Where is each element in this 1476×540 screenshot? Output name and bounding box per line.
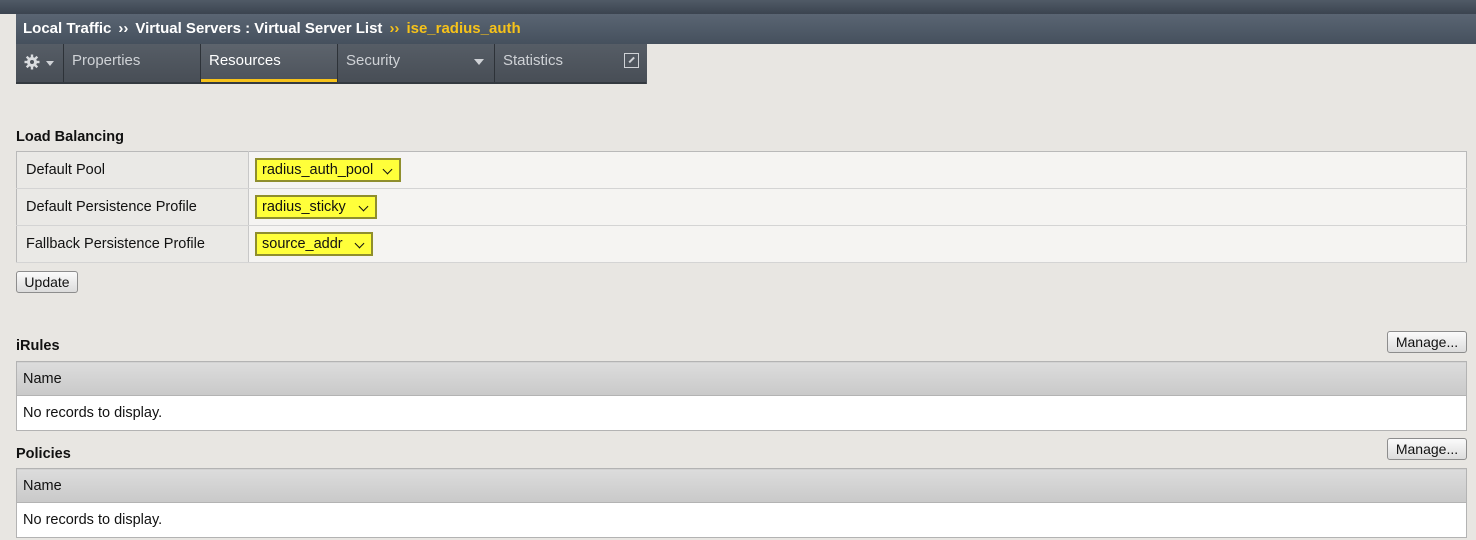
- policies-table: Name No records to display.: [16, 468, 1467, 538]
- fallback-persistence-select[interactable]: source_addr: [255, 232, 373, 256]
- fallback-persistence-cell: source_addr: [248, 225, 1467, 263]
- chevron-down-icon: [382, 164, 393, 175]
- chevron-down-icon: [46, 61, 54, 66]
- empty-message: No records to display.: [16, 502, 1467, 538]
- breadcrumb-item-local-traffic[interactable]: Local Traffic: [23, 20, 111, 37]
- load-balancing-table: Default Pool radius_auth_pool Default Pe…: [16, 151, 1467, 263]
- breadcrumb-separator: ››: [118, 20, 129, 37]
- chevron-down-icon: [358, 201, 369, 212]
- default-persistence-cell: radius_sticky: [248, 188, 1467, 226]
- default-persistence-select[interactable]: radius_sticky: [255, 195, 377, 219]
- column-header-name[interactable]: Name: [16, 361, 1467, 396]
- default-persistence-label: Default Persistence Profile: [16, 188, 249, 226]
- irules-heading: iRules: [16, 338, 60, 354]
- tab-resources[interactable]: Resources: [201, 44, 338, 84]
- breadcrumb-current: ise_radius_auth: [406, 20, 521, 37]
- default-pool-select[interactable]: radius_auth_pool: [255, 158, 401, 182]
- select-value: source_addr: [262, 236, 343, 252]
- irules-table: Name No records to display.: [16, 361, 1467, 431]
- tab-settings-menu[interactable]: [16, 44, 64, 84]
- tab-row: Properties Resources Security Statistics: [16, 44, 1476, 84]
- empty-message: No records to display.: [16, 395, 1467, 431]
- form-row: Fallback Persistence Profile source_addr: [16, 225, 1467, 263]
- default-pool-cell: radius_auth_pool: [248, 151, 1467, 189]
- column-header-name[interactable]: Name: [16, 468, 1467, 503]
- fallback-persistence-label: Fallback Persistence Profile: [16, 225, 249, 263]
- breadcrumb-item-virtual-server-list[interactable]: Virtual Servers : Virtual Server List: [135, 20, 382, 37]
- gear-icon: [24, 54, 40, 70]
- irules-manage-button[interactable]: Manage...: [1387, 331, 1467, 353]
- form-row: Default Pool radius_auth_pool: [16, 151, 1467, 189]
- top-strip: [0, 0, 1476, 14]
- policies-heading: Policies: [16, 446, 71, 462]
- load-balancing-heading: Load Balancing: [16, 129, 124, 145]
- form-row: Default Persistence Profile radius_stick…: [16, 188, 1467, 226]
- tab-security[interactable]: Security: [338, 44, 495, 84]
- update-button[interactable]: Update: [16, 271, 78, 293]
- tab-statistics[interactable]: Statistics: [495, 44, 647, 84]
- popout-icon[interactable]: [624, 53, 639, 68]
- default-pool-label: Default Pool: [16, 151, 249, 189]
- select-value: radius_auth_pool: [262, 162, 374, 178]
- tab-label: Properties: [72, 52, 141, 69]
- tab-label: Security: [346, 52, 401, 69]
- chevron-down-icon: [474, 59, 484, 65]
- breadcrumb: Local Traffic ›› Virtual Servers : Virtual…: [16, 14, 1476, 44]
- breadcrumb-separator: ››: [389, 20, 400, 37]
- tab-properties[interactable]: Properties: [64, 44, 201, 84]
- tab-label: Statistics: [503, 52, 564, 69]
- chevron-down-icon: [354, 238, 365, 249]
- select-value: radius_sticky: [262, 199, 346, 215]
- tab-strip: Properties Resources Security Statistics: [16, 44, 647, 84]
- tab-underline: [16, 82, 646, 84]
- policies-manage-button[interactable]: Manage...: [1387, 438, 1467, 460]
- tab-label: Resources: [209, 52, 281, 69]
